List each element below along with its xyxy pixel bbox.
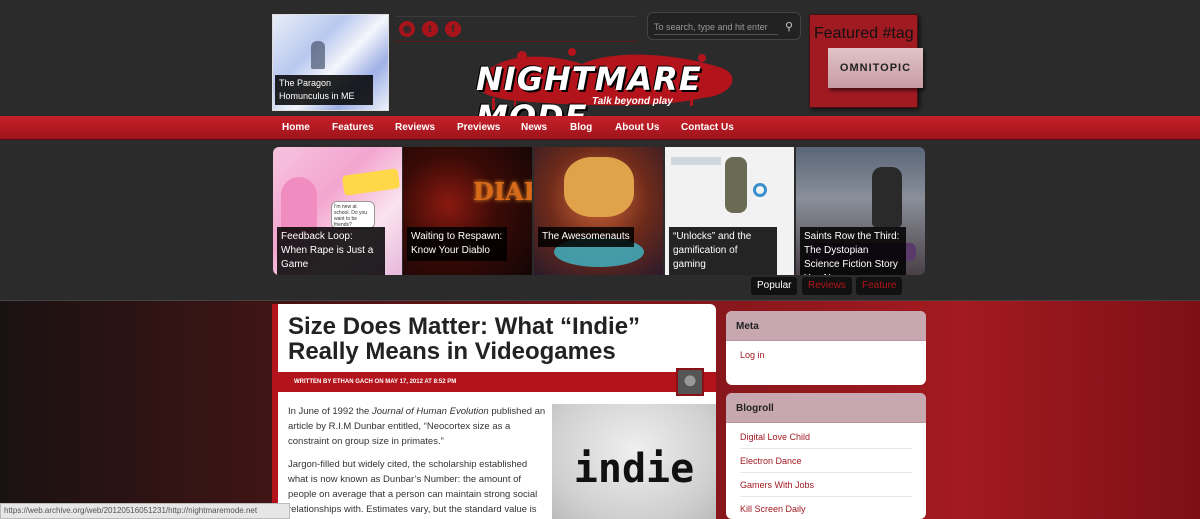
ui-bar-art: [671, 157, 721, 165]
rss-icon[interactable]: ◉: [399, 21, 415, 37]
login-link[interactable]: Log in: [740, 343, 912, 366]
top-post-caption[interactable]: The Paragon Homunculus in ME: [275, 75, 373, 105]
meta-widget: Meta Log in: [726, 311, 926, 385]
search-input[interactable]: [654, 19, 778, 35]
journal-name: Journal of Human Evolution: [371, 406, 489, 417]
tab-popular[interactable]: Popular: [751, 277, 798, 295]
article-body: In June of 1992 the Journal of Human Evo…: [288, 404, 546, 519]
nav-home[interactable]: Home: [282, 122, 310, 133]
character-art: [872, 167, 902, 227]
tab-feature[interactable]: Feature: [856, 277, 903, 295]
soldier-art: [725, 157, 747, 213]
article-title[interactable]: Size Does Matter: What “Indie” Really Me…: [288, 314, 714, 364]
nav-features[interactable]: Features: [332, 122, 374, 133]
slide-caption[interactable]: Feedback Loop: When Rape is Just a Game: [277, 227, 385, 275]
facebook-icon[interactable]: f: [445, 21, 461, 37]
slide-5[interactable]: Saints Row the Third: The Dystopian Scie…: [796, 147, 925, 275]
blogroll-link[interactable]: Electron Dance: [740, 449, 912, 473]
featured-tag-box: Featured #tag OMNITOPIC: [809, 14, 923, 108]
slide-3[interactable]: The Awesomenauts: [534, 147, 663, 275]
slide-caption[interactable]: Saints Row the Third: The Dystopian Scie…: [800, 227, 906, 275]
tab-reviews[interactable]: Reviews: [802, 277, 852, 295]
blogroll-link[interactable]: Gamers With Jobs: [740, 473, 912, 497]
search-box: ⚲: [647, 12, 801, 40]
article-byline: Written by Ethan Gach on May 17, 2012 at…: [278, 372, 716, 392]
nav-previews[interactable]: Previews: [457, 122, 500, 133]
top-post-thumbnail[interactable]: The Paragon Homunculus in ME: [272, 14, 389, 111]
slide-caption[interactable]: “Unlocks” and the gamification of gaming: [669, 227, 777, 275]
featured-tag-title: Featured #tag: [814, 25, 914, 42]
article-paragraph: In June of 1992 the Journal of Human Evo…: [288, 406, 546, 447]
chart-ring-art: [753, 183, 767, 197]
browser-status-bar: https://web.archive.org/web/201205160512…: [0, 503, 290, 519]
nav-blog[interactable]: Blog: [570, 122, 592, 133]
indie-image: indie: [552, 404, 716, 519]
slide-1[interactable]: I'm new at school. Do you want to be fri…: [273, 147, 402, 275]
featured-tag-link[interactable]: OMNITOPIC: [828, 48, 923, 88]
widget-title: Blogroll: [726, 393, 926, 423]
character-art: [564, 157, 634, 217]
slide-caption[interactable]: Waiting to Respawn: Know Your Diablo: [407, 227, 507, 261]
nav-contact-us[interactable]: Contact Us: [681, 122, 734, 133]
blogroll-link[interactable]: Digital Love Child: [740, 425, 912, 449]
thumbnail-figure: [311, 41, 325, 69]
slide-2[interactable]: DIABLO Waiting to Respawn: Know Your Dia…: [403, 147, 532, 275]
social-bar: ◉ t f: [395, 16, 637, 42]
blogroll-widget: Blogroll Digital Love Child Electron Dan…: [726, 393, 926, 519]
article: Size Does Matter: What “Indie” Really Me…: [272, 304, 716, 519]
nav-about-us[interactable]: About Us: [615, 122, 659, 133]
main-nav: Home Features Reviews Previews News Blog…: [0, 116, 1200, 140]
twitter-icon[interactable]: t: [422, 21, 438, 37]
article-accent-edge: [272, 304, 278, 519]
diablo-logo-art: DIABLO: [473, 177, 532, 206]
speech-bubble: I'm new at school. Do you want to be fri…: [331, 201, 375, 229]
blogroll-link[interactable]: Kill Screen Daily: [740, 497, 912, 519]
author-avatar[interactable]: [676, 368, 704, 396]
game-logo-art: [341, 168, 401, 196]
article-paragraph: Jargon-filled but widely cited, the scho…: [288, 459, 538, 515]
nav-news[interactable]: News: [521, 122, 547, 133]
site-logo[interactable]: NIGHTMARE MODE Talk beyond play: [462, 46, 746, 136]
logo-tagline: Talk beyond play: [592, 96, 673, 107]
slide-caption[interactable]: The Awesomenauts: [538, 227, 634, 247]
search-icon[interactable]: ⚲: [782, 20, 796, 34]
widget-title: Meta: [726, 311, 926, 341]
nav-reviews[interactable]: Reviews: [395, 122, 435, 133]
slide-4[interactable]: “Unlocks” and the gamification of gaming: [665, 147, 794, 275]
